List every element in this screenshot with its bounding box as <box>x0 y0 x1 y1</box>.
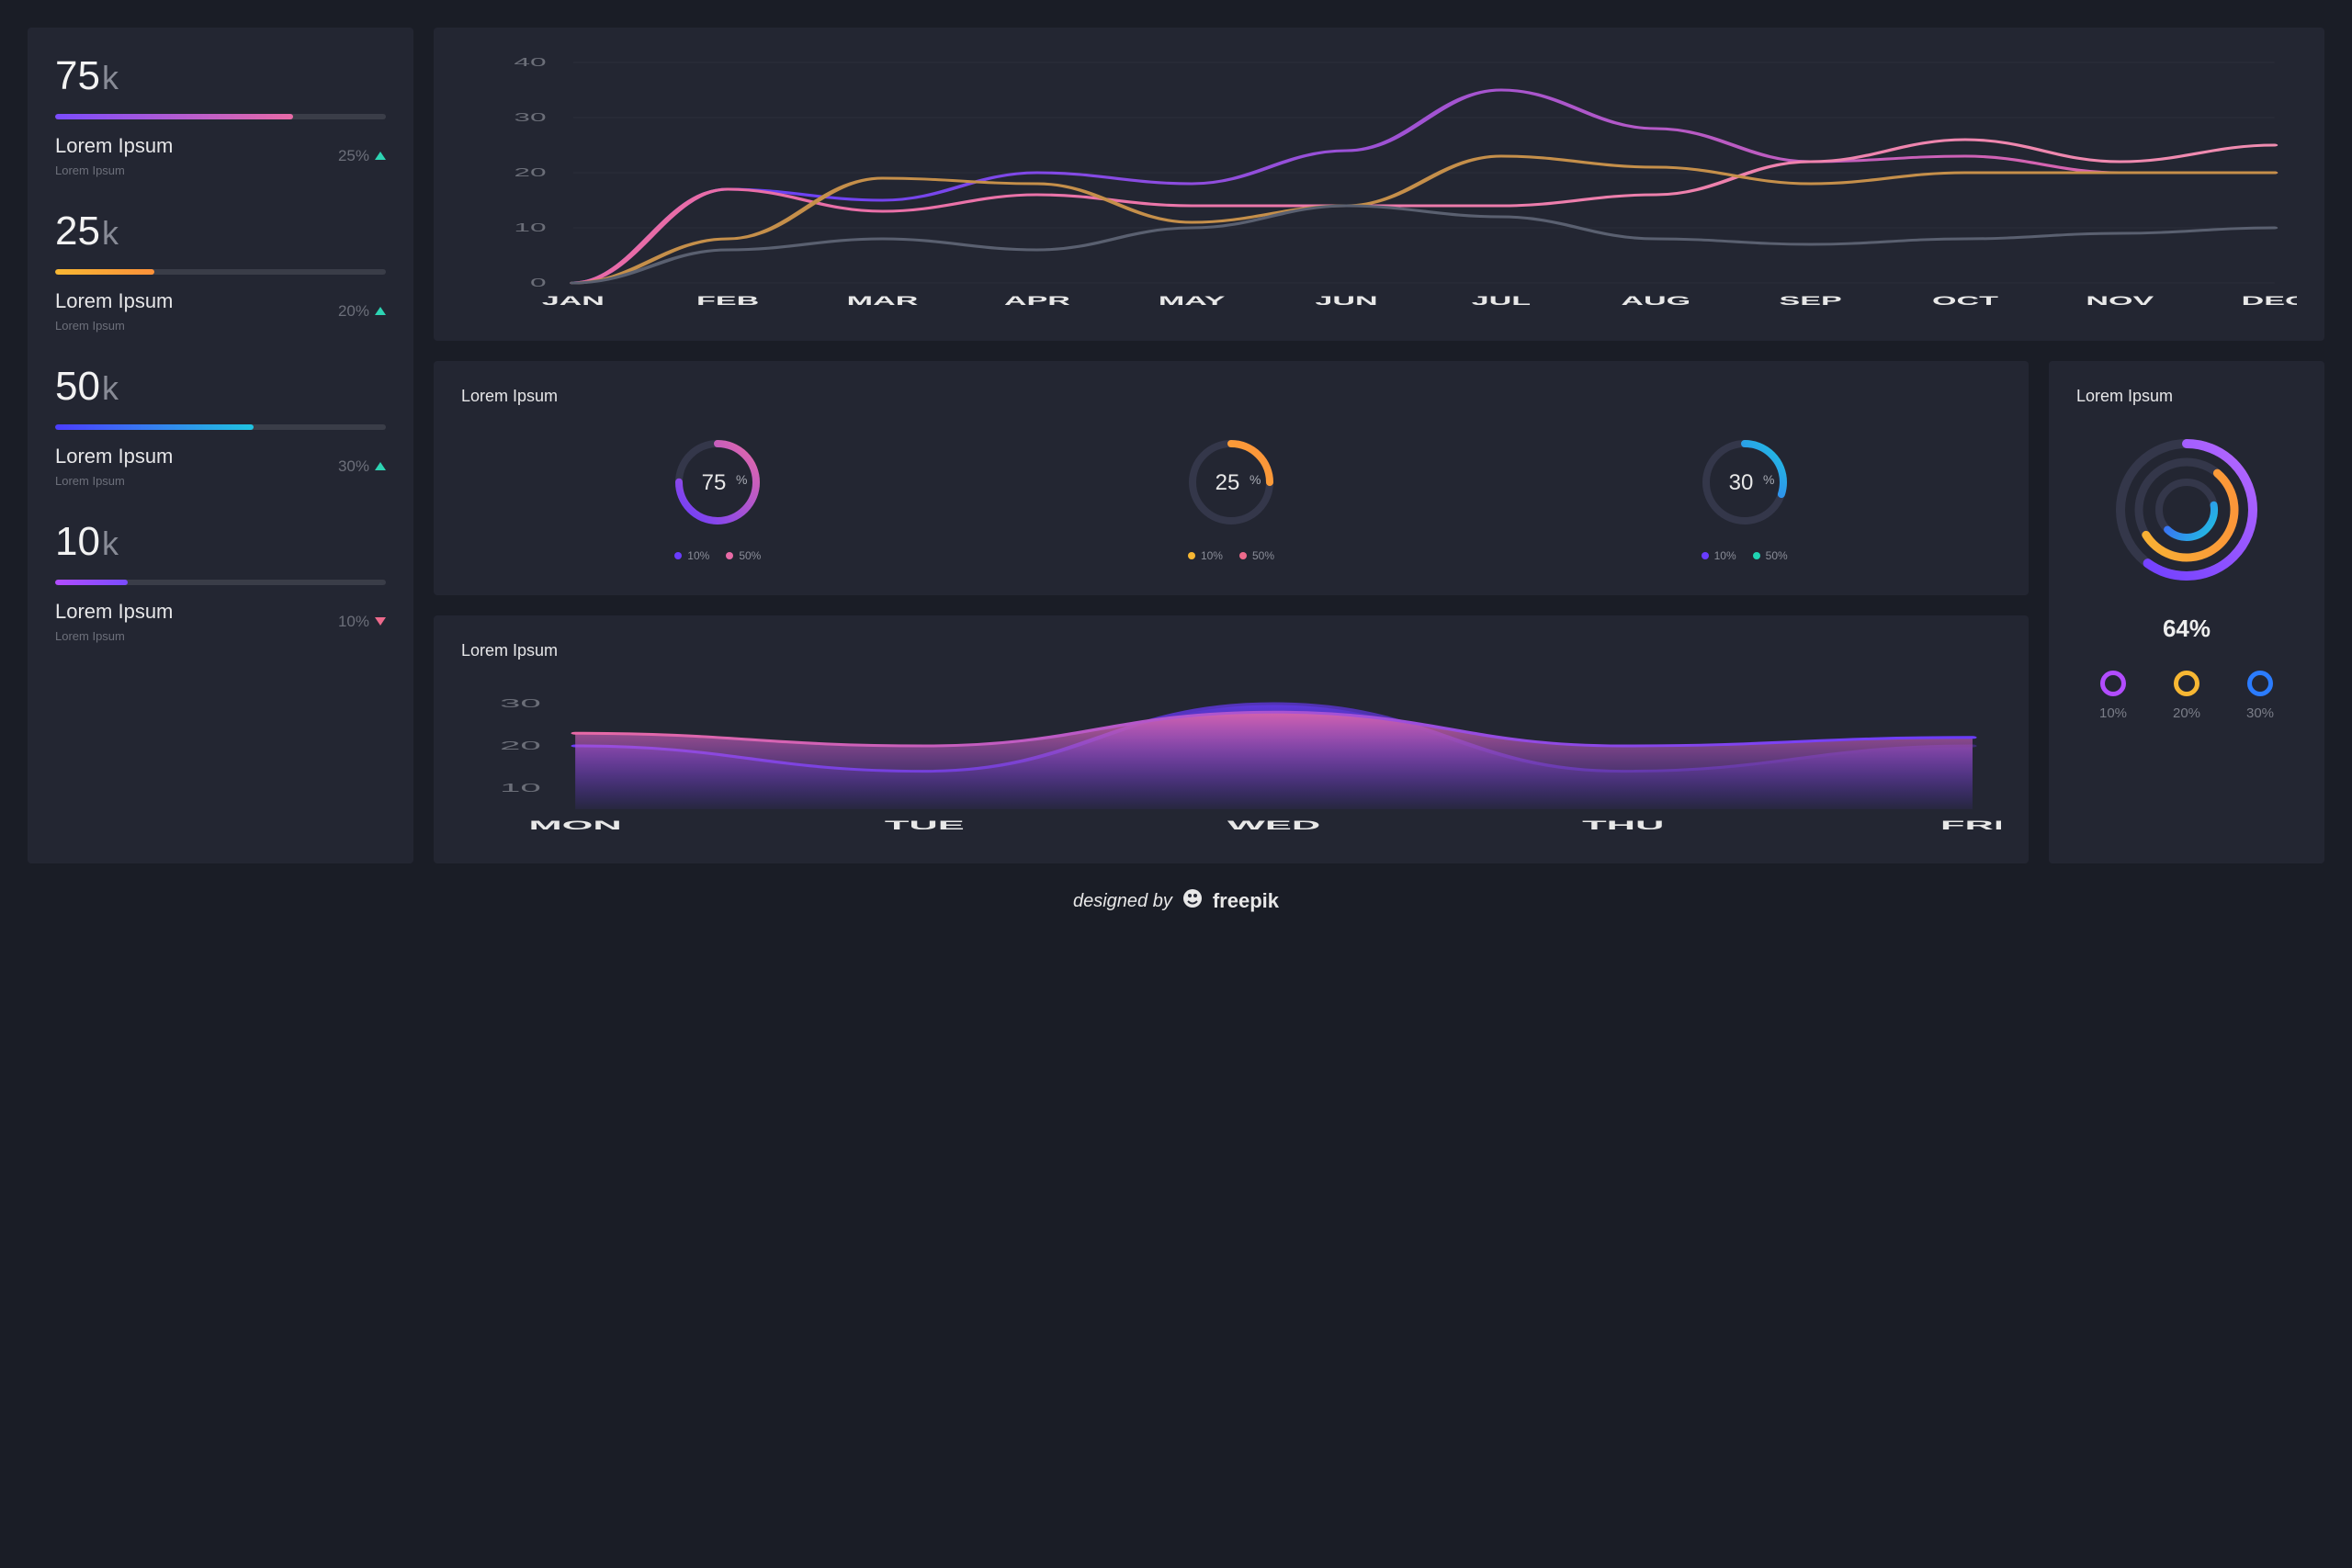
stat-percent: 10% <box>338 613 386 631</box>
ring-icon <box>2247 671 2273 696</box>
progress-bar <box>55 114 386 119</box>
mini-label: 10% <box>2099 705 2127 721</box>
stat-block: 25k Lorem Ipsum Lorem Ipsum 20% <box>55 209 386 333</box>
svg-text:%: % <box>736 472 747 487</box>
area-title: Lorem Ipsum <box>461 641 2001 660</box>
svg-text:DEC: DEC <box>2242 293 2297 308</box>
mini-ring-cell: 20% <box>2173 671 2200 721</box>
svg-text:JAN: JAN <box>542 293 605 308</box>
mini-label: 20% <box>2173 705 2200 721</box>
stat-subtitle: Lorem Ipsum <box>55 474 173 488</box>
triangle-up-icon <box>375 152 386 160</box>
sidebar-stats: 75k Lorem Ipsum Lorem Ipsum 25% 25k Lore… <box>28 28 413 863</box>
stat-value: 75k <box>55 53 386 99</box>
svg-text:25: 25 <box>1216 470 1240 495</box>
stat-subtitle: Lorem Ipsum <box>55 319 173 333</box>
ring-icon <box>2100 671 2126 696</box>
area-panel: Lorem Ipsum 10 20 30 MON TUE WED THU FRI <box>434 615 2029 863</box>
stat-title: Lorem Ipsum <box>55 134 173 158</box>
donut-panel: Lorem Ipsum 75 % 10% 50% 25 % 10% 50% <box>434 361 2029 595</box>
legend-item: 50% <box>726 549 761 562</box>
svg-text:30: 30 <box>514 111 546 124</box>
radial-title: Lorem Ipsum <box>2076 387 2297 406</box>
stat-block: 10k Lorem Ipsum Lorem Ipsum 10% <box>55 519 386 643</box>
svg-text:0: 0 <box>530 276 547 289</box>
svg-text:OCT: OCT <box>1932 293 1998 308</box>
legend-item: 10% <box>1702 549 1736 562</box>
stat-percent: 20% <box>338 302 386 321</box>
svg-text:AUG: AUG <box>1621 293 1690 308</box>
svg-text:20: 20 <box>500 739 541 752</box>
progress-bar <box>55 580 386 585</box>
svg-text:10: 10 <box>500 782 541 795</box>
svg-text:10: 10 <box>514 221 546 234</box>
svg-text:FEB: FEB <box>696 293 759 308</box>
svg-text:30: 30 <box>1728 470 1753 495</box>
svg-text:JUN: JUN <box>1315 293 1377 308</box>
main-line-chart: 0 10 20 30 40 JAN FEB MAR APR MAY JUN JUL AUG SEP OCT N… <box>434 28 2324 341</box>
svg-text:40: 40 <box>514 56 546 69</box>
svg-text:SEP: SEP <box>1779 293 1841 308</box>
stat-block: 50k Lorem Ipsum Lorem Ipsum 30% <box>55 364 386 488</box>
ring-icon <box>2174 671 2199 696</box>
mini-ring-cell: 30% <box>2246 671 2274 721</box>
mini-ring-cell: 10% <box>2099 671 2127 721</box>
radial-pct: 64% <box>2076 615 2297 643</box>
progress-bar <box>55 424 386 430</box>
progress-bar <box>55 269 386 275</box>
svg-text:30: 30 <box>500 697 541 710</box>
svg-text:APR: APR <box>1004 293 1070 308</box>
stat-title: Lorem Ipsum <box>55 289 173 313</box>
stat-percent: 25% <box>338 147 386 165</box>
svg-text:THU: THU <box>1582 818 1664 832</box>
svg-text:%: % <box>1763 472 1774 487</box>
stat-block: 75k Lorem Ipsum Lorem Ipsum 25% <box>55 53 386 177</box>
svg-text:JUL: JUL <box>1472 293 1532 308</box>
legend-item: 50% <box>1753 549 1788 562</box>
stat-percent: 30% <box>338 457 386 476</box>
triangle-up-icon <box>375 462 386 470</box>
svg-text:TUE: TUE <box>885 818 965 832</box>
svg-text:FRI: FRI <box>1940 818 2001 832</box>
legend-item: 50% <box>1239 549 1274 562</box>
svg-text:NOV: NOV <box>2086 293 2154 308</box>
donut-cell: 25 % 10% 50% <box>1181 432 1282 562</box>
donut-cell: 75 % 10% 50% <box>667 432 768 562</box>
donut-cell: 30 % 10% 50% <box>1694 432 1795 562</box>
svg-text:20: 20 <box>514 166 546 179</box>
svg-text:MON: MON <box>528 818 621 832</box>
legend-item: 10% <box>1188 549 1223 562</box>
svg-text:MAY: MAY <box>1159 293 1226 308</box>
svg-text:%: % <box>1250 472 1261 487</box>
stat-subtitle: Lorem Ipsum <box>55 629 173 643</box>
radial-panel: Lorem Ipsum 64% 10% 20% 30% <box>2049 361 2324 863</box>
mini-label: 30% <box>2246 705 2274 721</box>
svg-text:75: 75 <box>702 470 727 495</box>
stat-value: 10k <box>55 519 386 565</box>
stat-title: Lorem Ipsum <box>55 445 173 468</box>
stat-value: 25k <box>55 209 386 254</box>
stat-title: Lorem Ipsum <box>55 600 173 624</box>
triangle-down-icon <box>375 617 386 626</box>
triangle-up-icon <box>375 307 386 315</box>
stat-value: 50k <box>55 364 386 410</box>
stat-subtitle: Lorem Ipsum <box>55 164 173 177</box>
brand-icon <box>1182 887 1204 915</box>
svg-text:MAR: MAR <box>847 293 919 308</box>
svg-text:WED: WED <box>1227 818 1320 832</box>
donut-title: Lorem Ipsum <box>461 387 2001 406</box>
footer-credit: designed by freepik <box>28 887 2324 915</box>
legend-item: 10% <box>674 549 709 562</box>
